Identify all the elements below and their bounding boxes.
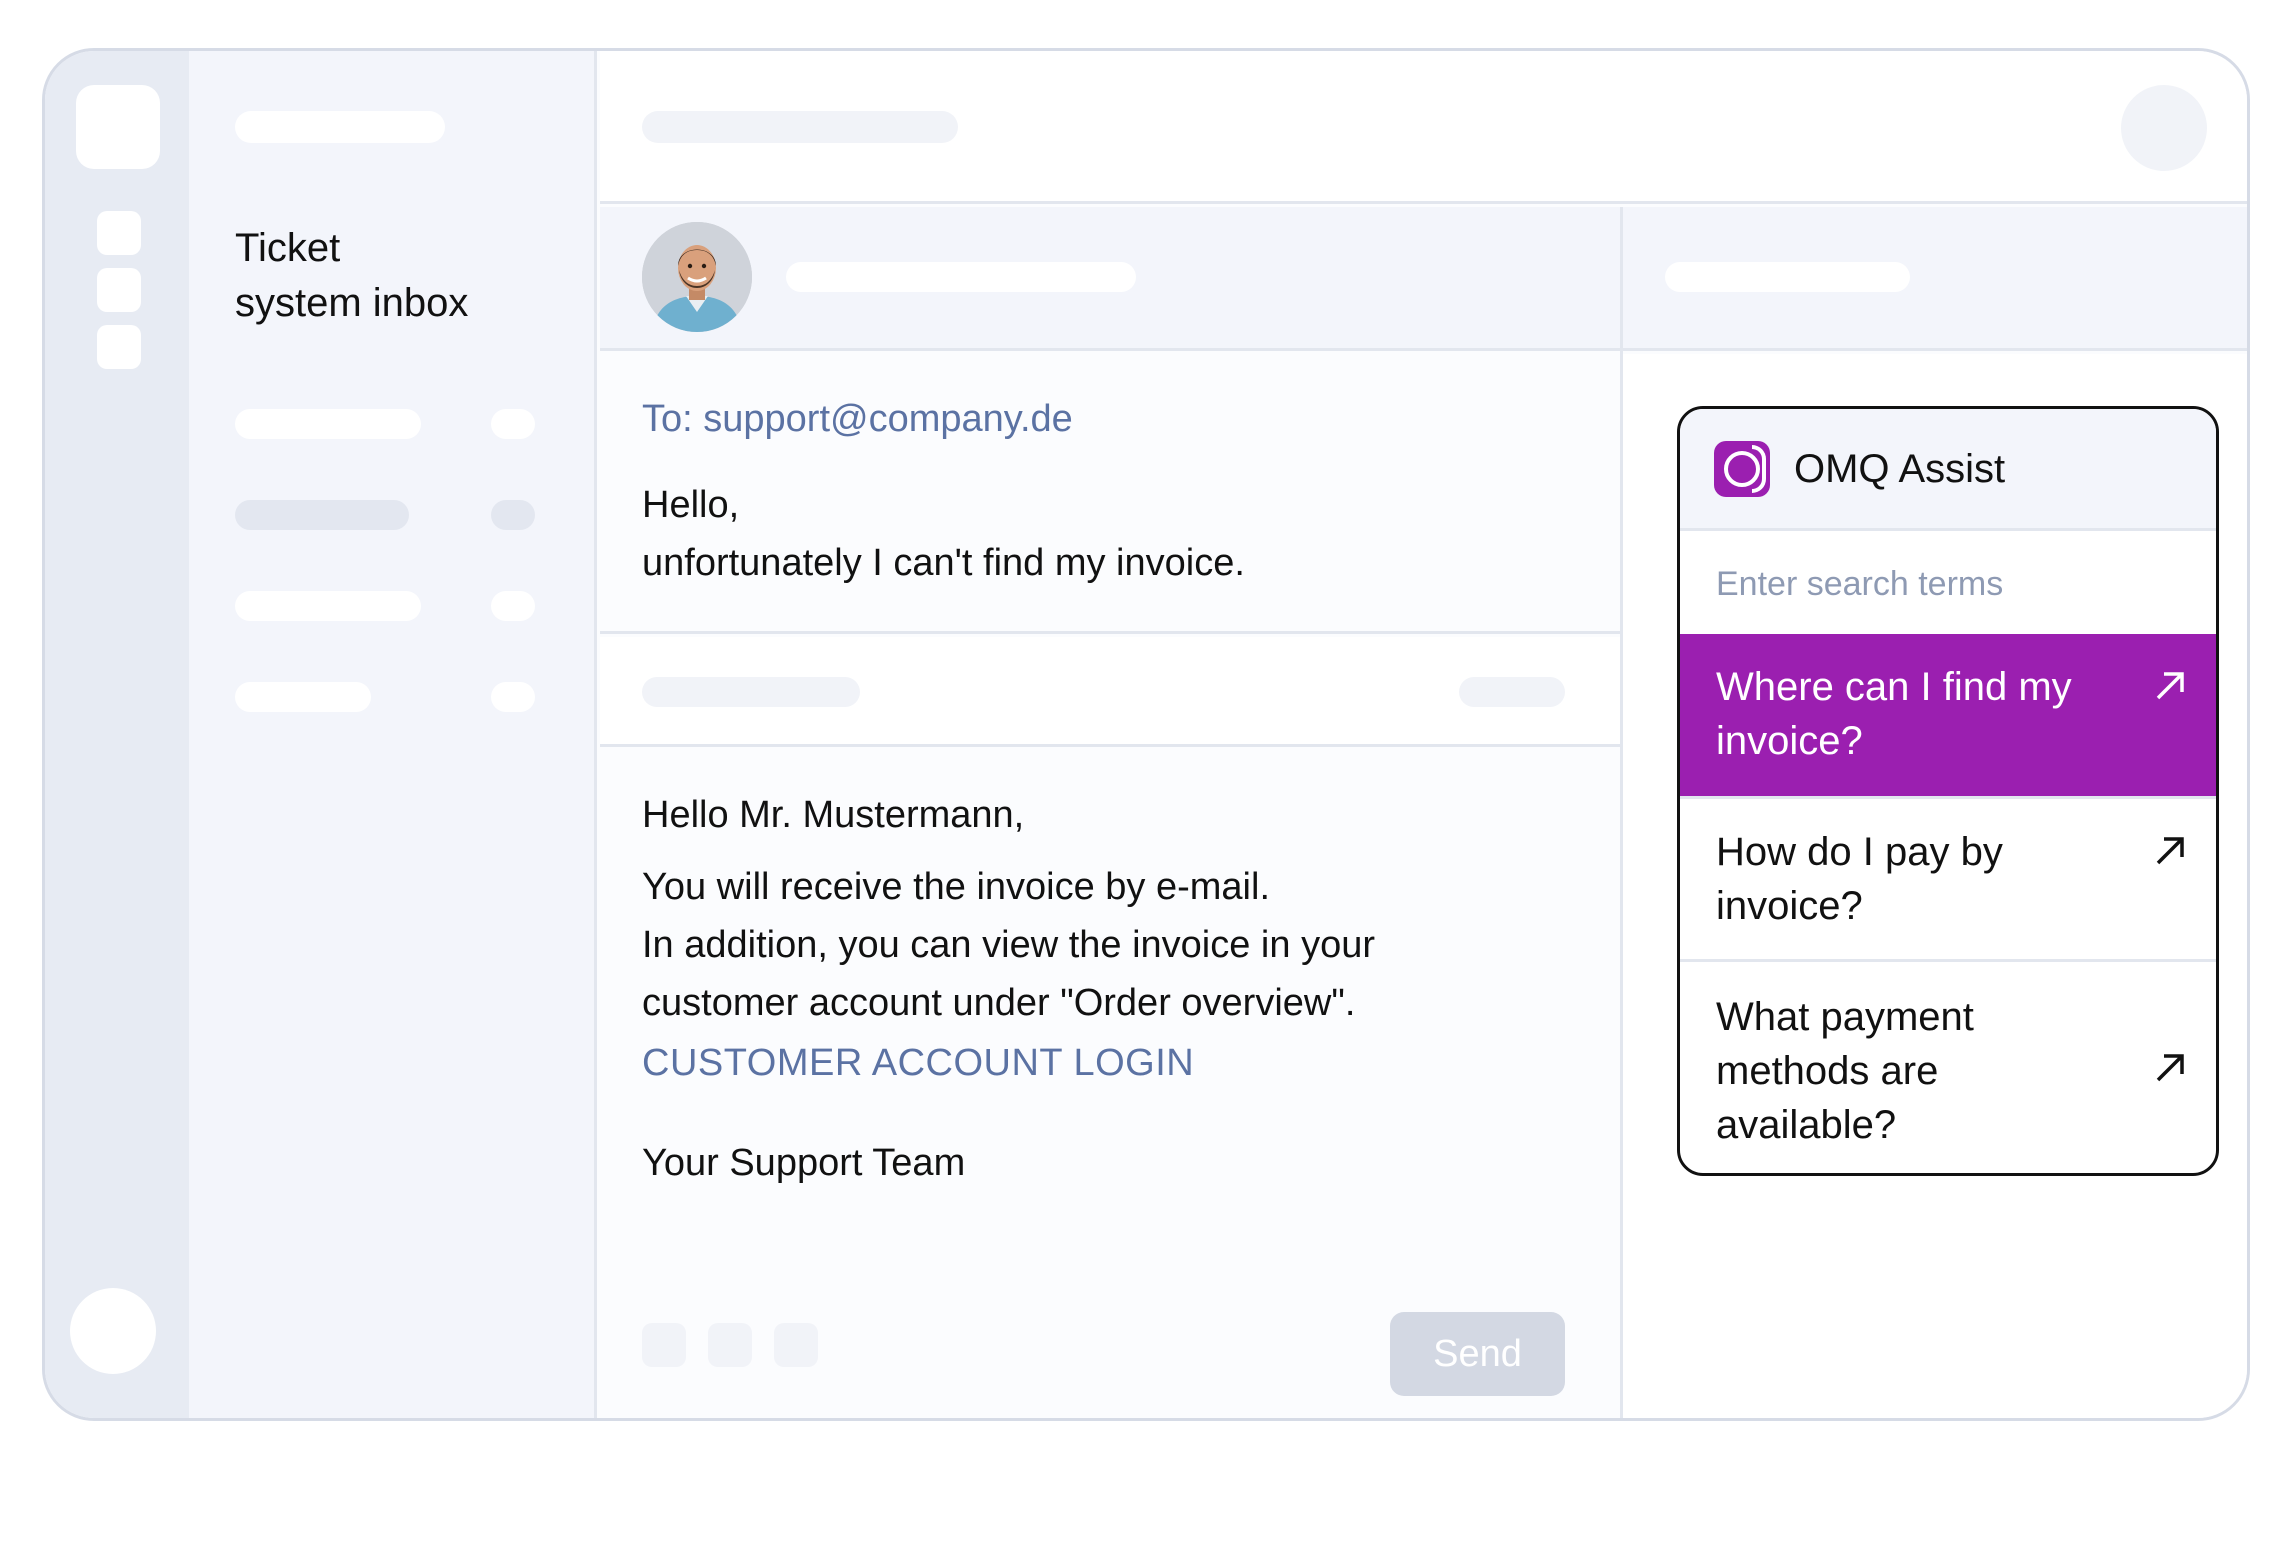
top-bar xyxy=(600,51,2247,204)
reply-subject-placeholder xyxy=(642,677,860,707)
sidebar-title: Ticket system inbox xyxy=(235,221,468,331)
app-logo[interactable] xyxy=(76,85,160,169)
reply-message: You will receive the invoice by e-mail. … xyxy=(642,858,1375,1032)
sidebar-header-placeholder xyxy=(235,111,445,143)
open-external-icon xyxy=(2156,672,2184,700)
topbar-search-placeholder[interactable] xyxy=(642,111,958,143)
assist-header: OMQ Assist xyxy=(1680,409,2216,531)
open-external-icon xyxy=(2156,1054,2184,1082)
side-panel-header-placeholder xyxy=(1665,262,1910,292)
customer-account-login-link[interactable]: CUSTOMER ACCOUNT LOGIN xyxy=(642,1042,1194,1085)
customer-photo-icon xyxy=(642,222,752,332)
email-recipient: To: support@company.de xyxy=(642,398,1073,440)
email-body-line: unfortunately I can't find my invoice. xyxy=(642,542,1245,584)
assist-result-2[interactable]: How do I pay by invoice? xyxy=(1680,796,2216,959)
sidebar-title-line2: system inbox xyxy=(235,281,469,325)
sidebar-item-1[interactable] xyxy=(235,409,421,439)
nav-item-3[interactable] xyxy=(97,325,141,369)
customer-name-placeholder xyxy=(786,262,1136,292)
reply-editor[interactable]: Hello Mr. Mustermann, You will receive t… xyxy=(600,750,1620,1418)
customer-avatar xyxy=(642,222,752,332)
omq-assist-widget: OMQ Assist Where can I find my invoice? … xyxy=(1677,406,2219,1176)
icon-rail xyxy=(45,51,189,1418)
open-external-icon xyxy=(2156,837,2184,865)
reply-meta-placeholder xyxy=(1459,677,1565,707)
sidebar-item-3[interactable] xyxy=(235,591,421,621)
send-button[interactable]: Send xyxy=(1390,1312,1565,1396)
sidebar-item-3-count xyxy=(491,591,535,621)
profile-button[interactable] xyxy=(70,1288,156,1374)
format-tool-3[interactable] xyxy=(774,1323,818,1367)
column-divider xyxy=(1620,207,1623,1418)
sidebar-item-1-count xyxy=(491,409,535,439)
nav-item-1[interactable] xyxy=(97,211,141,255)
reply-line: You will receive the invoice by e-mail. xyxy=(642,866,1271,908)
email-body-line: Hello, xyxy=(642,484,740,526)
reply-header xyxy=(600,637,1620,747)
sidebar-item-4[interactable] xyxy=(235,682,371,712)
assist-result-text: What payment methods are available? xyxy=(1716,995,1974,1147)
reply-line: In addition, you can view the invoice in… xyxy=(642,924,1375,966)
assist-result-3[interactable]: What payment methods are available? xyxy=(1680,959,2216,1173)
sidebar-item-2-count xyxy=(491,500,535,530)
format-tool-2[interactable] xyxy=(708,1323,752,1367)
omq-logo-icon xyxy=(1714,441,1770,497)
assist-result-text: Where can I find my invoice? xyxy=(1716,665,2072,763)
sidebar-item-2[interactable] xyxy=(235,500,409,530)
app-window: Ticket system inbox To: support@company.… xyxy=(42,48,2250,1421)
ticket-sidebar: Ticket system inbox xyxy=(189,51,597,1418)
sidebar-title-line1: Ticket xyxy=(235,226,341,270)
user-avatar-button[interactable] xyxy=(2121,85,2207,171)
ticket-header xyxy=(600,207,2247,351)
format-tool-1[interactable] xyxy=(642,1323,686,1367)
nav-item-2[interactable] xyxy=(97,268,141,312)
main-area: To: support@company.de Hello, unfortunat… xyxy=(600,51,2247,1418)
sidebar-item-4-count xyxy=(491,682,535,712)
assist-result-1[interactable]: Where can I find my invoice? xyxy=(1680,634,2216,796)
reply-line: customer account under "Order overview". xyxy=(642,982,1356,1024)
assist-result-text: How do I pay by invoice? xyxy=(1716,830,2003,928)
incoming-email: To: support@company.de Hello, unfortunat… xyxy=(600,354,1620,634)
assist-search-input[interactable] xyxy=(1680,534,2216,634)
reply-signature: Your Support Team xyxy=(642,1142,966,1184)
assist-title: OMQ Assist xyxy=(1794,447,2006,491)
reply-greeting: Hello Mr. Mustermann, xyxy=(642,794,1025,836)
email-body: Hello, unfortunately I can't find my inv… xyxy=(642,476,1245,592)
